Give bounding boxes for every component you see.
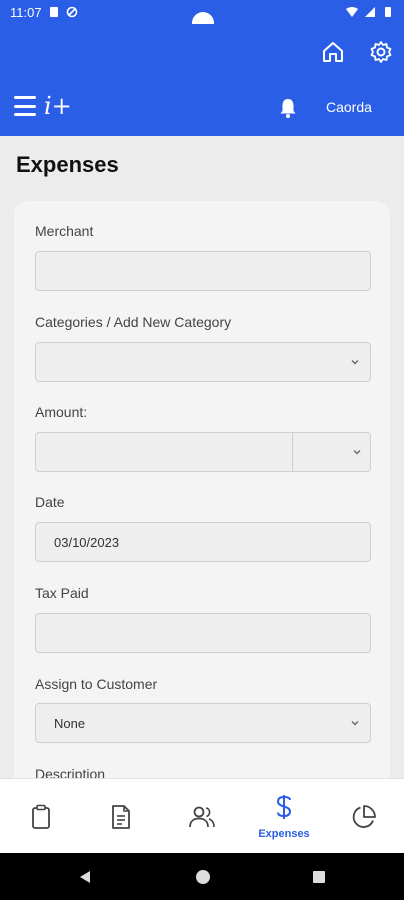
nav-reports[interactable] bbox=[348, 779, 380, 854]
menu-icon-bar bbox=[14, 104, 36, 108]
home-button[interactable] bbox=[319, 38, 347, 66]
status-time: 11:07 bbox=[10, 4, 42, 20]
menu-icon-bar bbox=[14, 96, 36, 99]
top-actions-bar bbox=[0, 24, 404, 80]
chevron-down-icon bbox=[353, 450, 361, 455]
sim-icon bbox=[49, 7, 58, 17]
pie-chart-icon bbox=[352, 804, 376, 828]
page-title: Expenses bbox=[16, 152, 119, 177]
tax-input[interactable] bbox=[35, 613, 371, 653]
bell-icon[interactable] bbox=[278, 97, 298, 119]
nav-expenses[interactable]: Expenses bbox=[250, 779, 318, 854]
app-bar: i+ Caorda bbox=[0, 80, 404, 136]
chevron-down-icon bbox=[351, 721, 359, 726]
customer-select[interactable]: None bbox=[35, 703, 371, 743]
wifi-icon bbox=[346, 7, 358, 17]
merchant-input[interactable] bbox=[35, 251, 371, 291]
currency-select[interactable] bbox=[293, 432, 371, 472]
date-label: Date bbox=[35, 494, 65, 510]
battery-icon bbox=[385, 7, 391, 17]
clipboard-icon bbox=[32, 804, 50, 829]
bottom-nav: Expenses bbox=[0, 778, 404, 853]
menu-button[interactable] bbox=[14, 96, 36, 116]
amount-input[interactable] bbox=[35, 432, 293, 472]
people-icon bbox=[189, 806, 215, 827]
category-label: Categories / Add New Category bbox=[35, 314, 232, 330]
back-icon[interactable] bbox=[77, 869, 93, 885]
home-icon bbox=[323, 42, 343, 62]
date-input[interactable]: 03/10/2023 bbox=[35, 522, 371, 562]
dollar-icon bbox=[276, 794, 292, 819]
customer-label: Assign to Customer bbox=[35, 676, 158, 692]
system-nav-bar bbox=[0, 853, 404, 900]
chevron-down-icon bbox=[351, 360, 359, 365]
app-logo: i+ bbox=[44, 92, 72, 120]
nav-documents[interactable] bbox=[106, 779, 136, 854]
gear-icon bbox=[370, 41, 392, 63]
user-name[interactable]: Caorda bbox=[326, 99, 372, 115]
nav-customers[interactable] bbox=[186, 779, 218, 854]
recents-icon[interactable] bbox=[311, 869, 327, 885]
customer-value: None bbox=[54, 715, 86, 731]
nav-expenses-label: Expenses bbox=[258, 827, 310, 840]
sync-icon bbox=[66, 6, 77, 18]
date-value: 03/10/2023 bbox=[54, 534, 120, 550]
merchant-label: Merchant bbox=[35, 223, 94, 239]
category-select[interactable] bbox=[35, 342, 371, 382]
signal-icon bbox=[365, 7, 375, 17]
document-icon bbox=[112, 804, 130, 829]
amount-label: Amount: bbox=[35, 404, 88, 420]
tax-label: Tax Paid bbox=[35, 585, 89, 601]
nav-clipboard[interactable] bbox=[26, 779, 56, 854]
settings-button[interactable] bbox=[367, 38, 395, 66]
home-circle-icon[interactable] bbox=[195, 869, 211, 885]
menu-icon-bar bbox=[14, 113, 36, 116]
